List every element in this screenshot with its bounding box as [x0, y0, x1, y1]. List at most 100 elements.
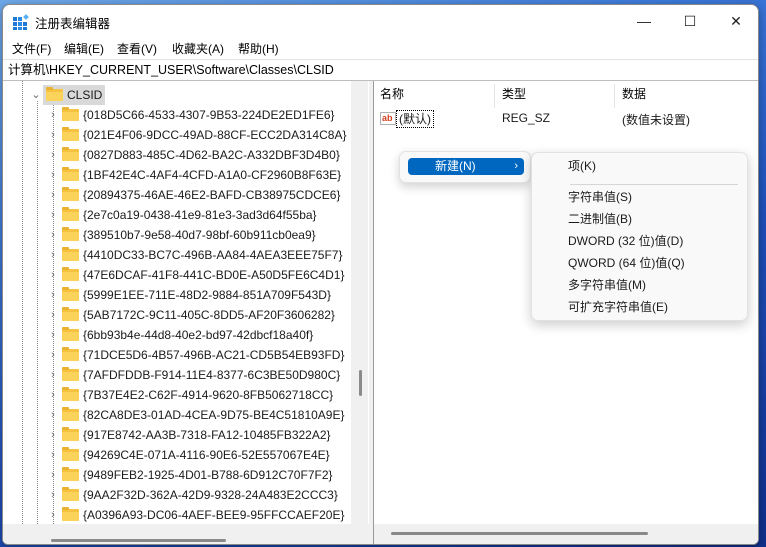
chevron-right-icon[interactable]: ›: [48, 485, 58, 505]
menu-file[interactable]: 文件(F): [12, 40, 51, 57]
tree-item[interactable]: › {7B37E4E2-C62F-4914-9620-8FB5062718CC}: [3, 385, 351, 405]
tree-item-label: {5AB7172C-9C11-405C-8DD5-AF20F3606282}: [83, 308, 335, 322]
chevron-right-icon[interactable]: ›: [48, 465, 58, 485]
values-horizontal-scrollbar[interactable]: [374, 524, 758, 544]
submenu-item-key[interactable]: 项(K): [568, 156, 596, 176]
tree-item[interactable]: › {021E4F06-9DCC-49AD-88CF-ECC2DA314C8A}: [3, 125, 351, 145]
tree-item[interactable]: › {20894375-46AE-46E2-BAFD-CB38975CDCE6}: [3, 185, 351, 205]
folder-icon: [62, 287, 79, 301]
chevron-right-icon[interactable]: ›: [48, 225, 58, 245]
title-bar: 注册表编辑器 — ☐ ✕: [3, 5, 758, 37]
chevron-right-icon[interactable]: ›: [48, 285, 58, 305]
tree-item[interactable]: › {A0396A93-DC06-4AEF-BEE9-95FFCCAEF20E}: [3, 505, 351, 524]
column-header-name[interactable]: 名称: [380, 85, 404, 103]
column-header-type[interactable]: 类型: [502, 85, 526, 103]
tree-item[interactable]: › {9AA2F32D-362A-42D9-9328-24A483E2CCC3}: [3, 485, 351, 505]
tree-item[interactable]: › {82CA8DE3-01AD-4CEA-9D75-BE4C51810A9E}: [3, 405, 351, 425]
chevron-right-icon[interactable]: ›: [48, 165, 58, 185]
chevron-down-icon[interactable]: ⌄: [31, 85, 41, 105]
folder-icon: [62, 387, 79, 401]
chevron-right-icon[interactable]: ›: [48, 505, 58, 524]
folder-icon: [62, 407, 79, 421]
key-tree: ⌄ CLSID › {018D5C66-4533-4307-9B53-224DE2…: [3, 81, 351, 524]
chevron-right-icon[interactable]: ›: [48, 205, 58, 225]
chevron-right-icon[interactable]: ›: [48, 445, 58, 465]
tree-item-label: {7B37E4E2-C62F-4914-9620-8FB5062718CC}: [83, 388, 334, 402]
menu-item-label: 新建(N): [435, 159, 476, 173]
folder-icon: [46, 87, 63, 101]
folder-icon: [62, 247, 79, 261]
tree-item-label: {5999E1EE-711E-48D2-9884-851A709F543D}: [83, 288, 331, 302]
chevron-right-icon[interactable]: ›: [48, 425, 58, 445]
folder-icon: [62, 347, 79, 361]
folder-icon: [62, 227, 79, 241]
tree-item[interactable]: › {917E8742-AA3B-7318-FA12-10485FB322A2}: [3, 425, 351, 445]
tree-item[interactable]: › {71DCE5D6-4B57-496B-AC21-CD5B54EB93FD}: [3, 345, 351, 365]
submenu-item-string-value[interactable]: 字符串值(S): [568, 187, 632, 207]
tree-vertical-scrollbar[interactable]: [351, 81, 368, 524]
minimize-button[interactable]: —: [621, 5, 667, 37]
folder-icon: [62, 507, 79, 521]
context-menu-item-new[interactable]: 新建(N) ›: [408, 158, 524, 175]
submenu-item-qword-value[interactable]: QWORD (64 位)值(Q): [568, 253, 685, 273]
new-submenu: 项(K) 字符串值(S) 二进制值(B) DWORD (32 位)值(D) QW…: [531, 152, 748, 321]
tree-horizontal-scroll-thumb[interactable]: [51, 539, 226, 542]
tree-item-label: {9AA2F32D-362A-42D9-9328-24A483E2CCC3}: [83, 488, 338, 502]
tree-item-label: {0827D883-485C-4D62-BA2C-A332DBF3D4B0}: [83, 148, 340, 162]
chevron-right-icon[interactable]: ›: [48, 125, 58, 145]
chevron-right-icon[interactable]: ›: [48, 405, 58, 425]
close-button[interactable]: ✕: [713, 5, 758, 37]
tree-vertical-scroll-thumb[interactable]: [359, 370, 362, 396]
menu-favorites[interactable]: 收藏夹(A): [172, 40, 224, 57]
chevron-right-icon[interactable]: ›: [48, 265, 58, 285]
column-header-data[interactable]: 数据: [622, 85, 646, 103]
chevron-right-icon[interactable]: ›: [48, 105, 58, 125]
tree-item-label: {71DCE5D6-4B57-496B-AC21-CD5B54EB93FD}: [83, 348, 345, 362]
chevron-right-icon[interactable]: ›: [48, 325, 58, 345]
tree-item-label: {A0396A93-DC06-4AEF-BEE9-95FFCCAEF20E}: [83, 508, 345, 522]
tree-item[interactable]: › {5AB7172C-9C11-405C-8DD5-AF20F3606282}: [3, 305, 351, 325]
tree-item[interactable]: › {9489FEB2-1925-4D01-B788-6D912C70F7F2}: [3, 465, 351, 485]
submenu-item-multi-string-value[interactable]: 多字符串值(M): [568, 275, 646, 295]
menu-help[interactable]: 帮助(H): [238, 40, 279, 57]
regedit-app-icon: [13, 14, 29, 30]
tree-item-label: {4410DC33-BC7C-496B-AA84-4AEA3EEE75F7}: [83, 248, 343, 262]
folder-icon: [62, 127, 79, 141]
tree-item[interactable]: › {389510b7-9e58-40d7-98bf-60b911cb0ea9}: [3, 225, 351, 245]
tree-item[interactable]: › {2e7c0a19-0438-41e9-81e3-3ad3d64f55ba}: [3, 205, 351, 225]
tree-item-clsid[interactable]: ⌄ CLSID: [3, 85, 351, 105]
folder-icon: [62, 307, 79, 321]
submenu-item-binary-value[interactable]: 二进制值(B): [568, 209, 632, 229]
folder-icon: [62, 467, 79, 481]
value-row[interactable]: ab (默认) REG_SZ (数值未设置): [378, 109, 748, 129]
chevron-right-icon[interactable]: ›: [48, 185, 58, 205]
maximize-button[interactable]: ☐: [667, 5, 713, 37]
address-path[interactable]: 计算机\HKEY_CURRENT_USER\Software\Classes\C…: [8, 63, 334, 77]
column-separator[interactable]: [494, 84, 495, 108]
tree-item[interactable]: › {47E6DCAF-41F8-441C-BD0E-A50D5FE6C4D1}: [3, 265, 351, 285]
chevron-right-icon[interactable]: ›: [48, 305, 58, 325]
tree-item[interactable]: › {7AFDFDDB-F914-11E4-8377-6C3BE50D980C}: [3, 365, 351, 385]
tree-item[interactable]: › {5999E1EE-711E-48D2-9884-851A709F543D}: [3, 285, 351, 305]
submenu-item-dword-value[interactable]: DWORD (32 位)值(D): [568, 231, 683, 251]
context-menu: 新建(N) ›: [399, 151, 531, 183]
values-horizontal-scroll-thumb[interactable]: [391, 532, 648, 535]
chevron-right-icon[interactable]: ›: [48, 145, 58, 165]
menu-view[interactable]: 查看(V): [117, 40, 157, 57]
tree-item[interactable]: › {018D5C66-4533-4307-9B53-224DE2ED1FE6}: [3, 105, 351, 125]
chevron-right-icon[interactable]: ›: [48, 345, 58, 365]
folder-icon: [62, 207, 79, 221]
tree-item[interactable]: › {6bb93b4e-44d8-40e2-bd97-42dbcf18a40f}: [3, 325, 351, 345]
submenu-item-expandable-string-value[interactable]: 可扩充字符串值(E): [568, 297, 668, 317]
tree-item[interactable]: › {0827D883-485C-4D62-BA2C-A332DBF3D4B0}: [3, 145, 351, 165]
tree-item-label: {021E4F06-9DCC-49AD-88CF-ECC2DA314C8A}: [83, 128, 347, 142]
chevron-right-icon[interactable]: ›: [48, 365, 58, 385]
column-separator[interactable]: [614, 84, 615, 108]
address-bar[interactable]: 计算机\HKEY_CURRENT_USER\Software\Classes\C…: [3, 59, 758, 81]
chevron-right-icon[interactable]: ›: [48, 385, 58, 405]
menu-edit[interactable]: 编辑(E): [64, 40, 104, 57]
tree-item[interactable]: › {1BF42E4C-4AF4-4CFD-A1A0-CF2960B8F63E}: [3, 165, 351, 185]
tree-item[interactable]: › {4410DC33-BC7C-496B-AA84-4AEA3EEE75F7}: [3, 245, 351, 265]
tree-item[interactable]: › {94269C4E-071A-4116-90E6-52E557067E4E}: [3, 445, 351, 465]
chevron-right-icon[interactable]: ›: [48, 245, 58, 265]
